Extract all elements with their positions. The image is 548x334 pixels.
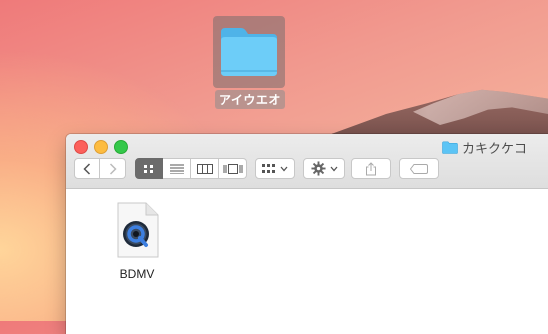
arrange-icon bbox=[262, 163, 275, 173]
share-button[interactable] bbox=[351, 158, 391, 179]
coverflow-view-button[interactable] bbox=[219, 158, 247, 179]
list-icon bbox=[169, 164, 184, 174]
close-button[interactable] bbox=[74, 140, 88, 154]
grid-icon bbox=[144, 164, 153, 173]
tags-button[interactable] bbox=[399, 158, 439, 179]
folder-icon[interactable] bbox=[219, 24, 279, 78]
icon-view-button[interactable] bbox=[135, 158, 163, 179]
chevron-down-icon bbox=[280, 166, 288, 171]
arrange-button[interactable] bbox=[255, 158, 295, 179]
tag-icon bbox=[410, 163, 428, 174]
desktop-folder-label[interactable]: アイウエオ bbox=[215, 90, 285, 109]
back-button[interactable] bbox=[74, 158, 100, 179]
chevron-down-icon bbox=[330, 166, 337, 171]
folder-icon bbox=[442, 141, 458, 154]
action-button[interactable] bbox=[303, 158, 345, 179]
window-toolbar: カキクケコ bbox=[66, 134, 548, 189]
maximize-button[interactable] bbox=[114, 140, 128, 154]
window-title-text: カキクケコ bbox=[462, 141, 528, 156]
file-browser-content: BDMV bbox=[66, 189, 548, 334]
columns-icon bbox=[196, 163, 213, 174]
column-view-button[interactable] bbox=[191, 158, 219, 179]
nav-buttons bbox=[74, 158, 126, 179]
file-name[interactable]: BDMV bbox=[106, 267, 168, 281]
minimize-button[interactable] bbox=[94, 140, 108, 154]
chevron-right-icon bbox=[109, 162, 117, 175]
window-title: カキクケコ bbox=[442, 138, 527, 157]
chevron-left-icon bbox=[83, 162, 91, 175]
quicktime-file-icon[interactable] bbox=[116, 201, 160, 259]
share-icon bbox=[366, 161, 376, 175]
coverflow-icon bbox=[223, 163, 242, 174]
gear-icon bbox=[310, 161, 326, 176]
list-view-button[interactable] bbox=[163, 158, 191, 179]
forward-button[interactable] bbox=[100, 158, 126, 179]
finder-window: カキクケコ BDMV bbox=[66, 134, 548, 334]
view-mode-control bbox=[135, 158, 247, 179]
